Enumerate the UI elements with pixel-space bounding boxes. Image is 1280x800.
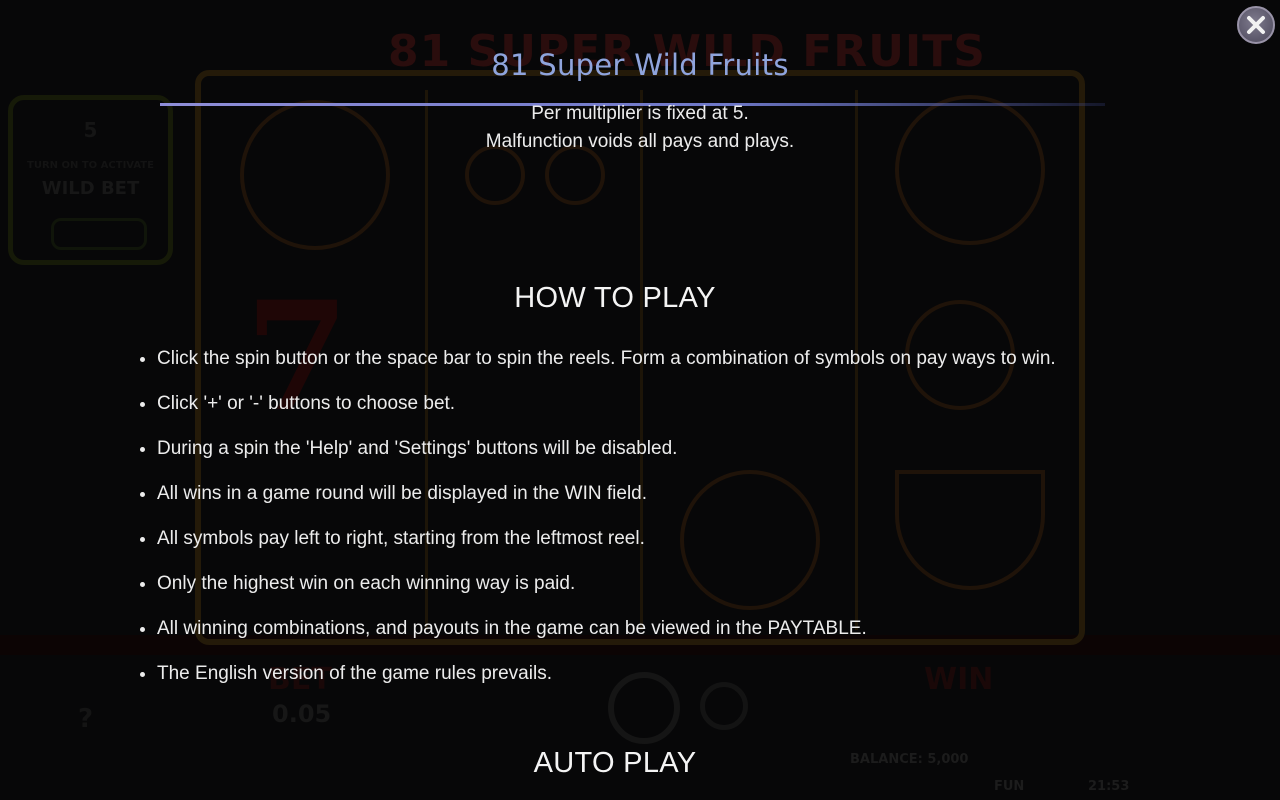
list-item: Click '+' or '-' buttons to choose bet. <box>157 389 1097 418</box>
list-item: All wins in a game round will be display… <box>157 479 1097 508</box>
how-to-play-heading: HOW TO PLAY <box>514 282 716 314</box>
list-item: During a spin the 'Help' and 'Settings' … <box>157 434 1097 463</box>
list-item: All winning combinations, and payouts in… <box>157 614 1097 643</box>
rule-text-malfunction: Malfunction voids all pays and plays. <box>485 131 795 152</box>
list-item: Only the highest win on each winning way… <box>157 569 1097 598</box>
close-button[interactable] <box>1237 6 1275 44</box>
game-screen: 81 SUPER WILD FRUITS 7 5 TURN ON TO ACTI… <box>0 0 1280 800</box>
list-item: Click the spin button or the space bar t… <box>157 344 1097 373</box>
auto-play-heading: AUTO PLAY <box>533 747 697 779</box>
list-item: All symbols pay left to right, starting … <box>157 524 1097 553</box>
help-title: 81 Super Wild Fruits <box>491 48 789 82</box>
help-overlay: 81 Super Wild Fruits Per multiplier is f… <box>0 0 1280 800</box>
list-item: The English version of the game rules pr… <box>157 659 1097 688</box>
rule-text-multiplier: Per multiplier is fixed at 5. <box>531 103 749 124</box>
close-x-icon <box>1247 16 1265 34</box>
how-to-play-list: Click the spin button or the space bar t… <box>135 344 1097 704</box>
